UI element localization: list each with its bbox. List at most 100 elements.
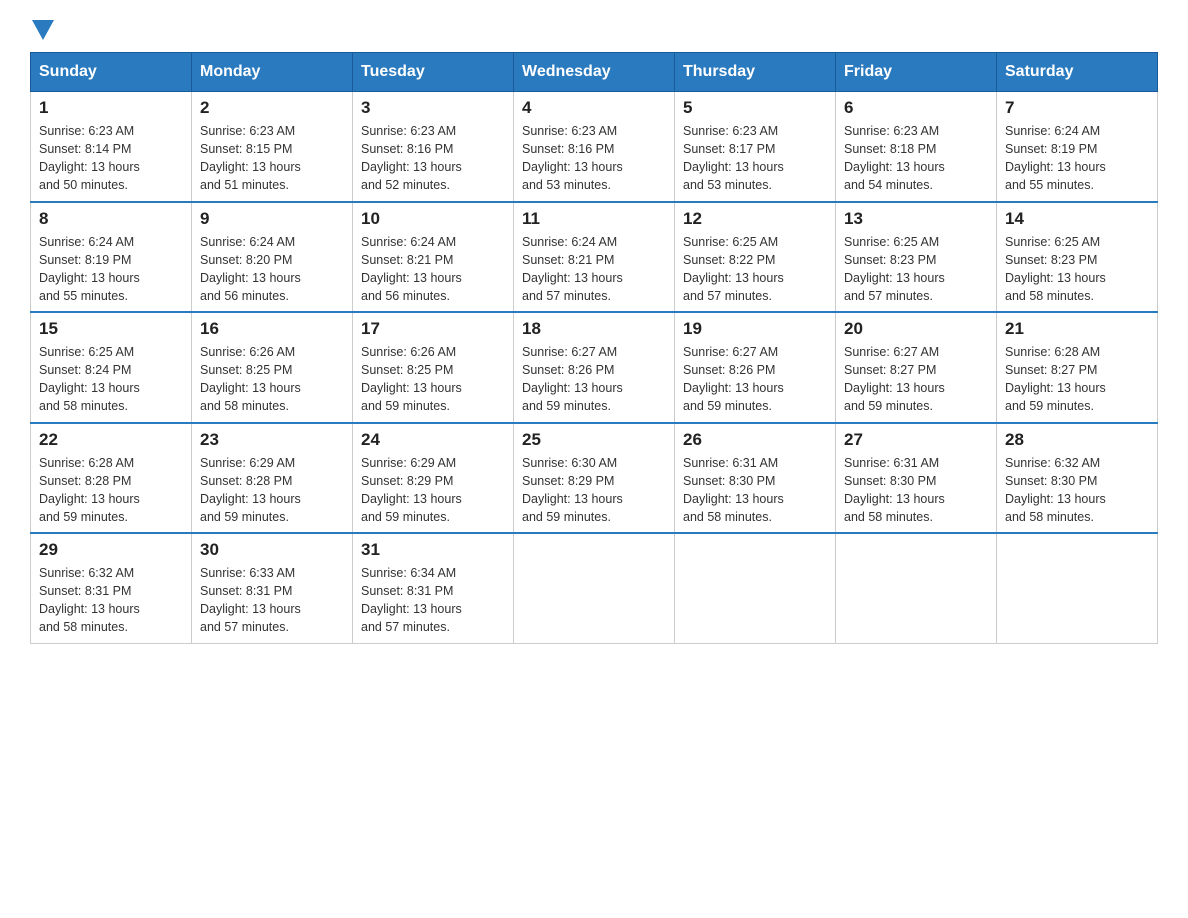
- calendar-cell: 26 Sunrise: 6:31 AMSunset: 8:30 PMDayligh…: [675, 423, 836, 534]
- calendar-cell: 9 Sunrise: 6:24 AMSunset: 8:20 PMDaylight…: [192, 202, 353, 313]
- day-number: 18: [522, 319, 666, 339]
- day-number: 27: [844, 430, 988, 450]
- calendar-cell: [836, 533, 997, 643]
- calendar-cell: [997, 533, 1158, 643]
- day-number: 16: [200, 319, 344, 339]
- day-info: Sunrise: 6:27 AMSunset: 8:26 PMDaylight:…: [522, 343, 666, 416]
- day-info: Sunrise: 6:23 AMSunset: 8:14 PMDaylight:…: [39, 122, 183, 195]
- day-info: Sunrise: 6:23 AMSunset: 8:18 PMDaylight:…: [844, 122, 988, 195]
- day-info: Sunrise: 6:34 AMSunset: 8:31 PMDaylight:…: [361, 564, 505, 637]
- column-header-saturday: Saturday: [997, 53, 1158, 92]
- calendar-cell: 20 Sunrise: 6:27 AMSunset: 8:27 PMDayligh…: [836, 312, 997, 423]
- calendar-cell: 13 Sunrise: 6:25 AMSunset: 8:23 PMDayligh…: [836, 202, 997, 313]
- calendar-header-row: SundayMondayTuesdayWednesdayThursdayFrid…: [31, 53, 1158, 92]
- calendar-cell: 28 Sunrise: 6:32 AMSunset: 8:30 PMDayligh…: [997, 423, 1158, 534]
- day-number: 1: [39, 98, 183, 118]
- day-number: 31: [361, 540, 505, 560]
- day-number: 6: [844, 98, 988, 118]
- day-number: 30: [200, 540, 344, 560]
- day-number: 20: [844, 319, 988, 339]
- day-info: Sunrise: 6:26 AMSunset: 8:25 PMDaylight:…: [361, 343, 505, 416]
- day-info: Sunrise: 6:23 AMSunset: 8:16 PMDaylight:…: [361, 122, 505, 195]
- calendar-week-row: 1 Sunrise: 6:23 AMSunset: 8:14 PMDaylight…: [31, 92, 1158, 202]
- calendar-week-row: 29Sunrise: 6:32 AMSunset: 8:31 PMDayligh…: [31, 533, 1158, 643]
- day-info: Sunrise: 6:28 AMSunset: 8:28 PMDaylight:…: [39, 454, 183, 527]
- day-info: Sunrise: 6:26 AMSunset: 8:25 PMDaylight:…: [200, 343, 344, 416]
- column-header-tuesday: Tuesday: [353, 53, 514, 92]
- calendar-cell: 21Sunrise: 6:28 AMSunset: 8:27 PMDayligh…: [997, 312, 1158, 423]
- day-info: Sunrise: 6:24 AMSunset: 8:19 PMDaylight:…: [1005, 122, 1149, 195]
- calendar-week-row: 8Sunrise: 6:24 AMSunset: 8:19 PMDaylight…: [31, 202, 1158, 313]
- calendar-cell: 23 Sunrise: 6:29 AMSunset: 8:28 PMDayligh…: [192, 423, 353, 534]
- day-info: Sunrise: 6:27 AMSunset: 8:26 PMDaylight:…: [683, 343, 827, 416]
- day-info: Sunrise: 6:25 AMSunset: 8:22 PMDaylight:…: [683, 233, 827, 306]
- calendar-cell: 8Sunrise: 6:24 AMSunset: 8:19 PMDaylight…: [31, 202, 192, 313]
- day-number: 17: [361, 319, 505, 339]
- day-number: 2: [200, 98, 344, 118]
- calendar-cell: 25Sunrise: 6:30 AMSunset: 8:29 PMDayligh…: [514, 423, 675, 534]
- calendar-cell: 27 Sunrise: 6:31 AMSunset: 8:30 PMDayligh…: [836, 423, 997, 534]
- day-number: 23: [200, 430, 344, 450]
- calendar-cell: 10 Sunrise: 6:24 AMSunset: 8:21 PMDayligh…: [353, 202, 514, 313]
- day-info: Sunrise: 6:25 AMSunset: 8:24 PMDaylight:…: [39, 343, 183, 416]
- calendar-cell: 11 Sunrise: 6:24 AMSunset: 8:21 PMDayligh…: [514, 202, 675, 313]
- day-info: Sunrise: 6:31 AMSunset: 8:30 PMDaylight:…: [844, 454, 988, 527]
- column-header-friday: Friday: [836, 53, 997, 92]
- calendar-cell: [514, 533, 675, 643]
- calendar-cell: 24Sunrise: 6:29 AMSunset: 8:29 PMDayligh…: [353, 423, 514, 534]
- day-number: 9: [200, 209, 344, 229]
- day-number: 15: [39, 319, 183, 339]
- day-info: Sunrise: 6:27 AMSunset: 8:27 PMDaylight:…: [844, 343, 988, 416]
- day-info: Sunrise: 6:31 AMSunset: 8:30 PMDaylight:…: [683, 454, 827, 527]
- day-number: 8: [39, 209, 183, 229]
- day-info: Sunrise: 6:24 AMSunset: 8:20 PMDaylight:…: [200, 233, 344, 306]
- day-number: 19: [683, 319, 827, 339]
- day-number: 24: [361, 430, 505, 450]
- calendar-cell: 14Sunrise: 6:25 AMSunset: 8:23 PMDayligh…: [997, 202, 1158, 313]
- calendar-cell: 15 Sunrise: 6:25 AMSunset: 8:24 PMDayligh…: [31, 312, 192, 423]
- calendar-cell: 29Sunrise: 6:32 AMSunset: 8:31 PMDayligh…: [31, 533, 192, 643]
- day-number: 11: [522, 209, 666, 229]
- day-info: Sunrise: 6:23 AMSunset: 8:17 PMDaylight:…: [683, 122, 827, 195]
- column-header-thursday: Thursday: [675, 53, 836, 92]
- day-info: Sunrise: 6:25 AMSunset: 8:23 PMDaylight:…: [844, 233, 988, 306]
- calendar-cell: 18 Sunrise: 6:27 AMSunset: 8:26 PMDayligh…: [514, 312, 675, 423]
- day-number: 13: [844, 209, 988, 229]
- day-info: Sunrise: 6:24 AMSunset: 8:21 PMDaylight:…: [361, 233, 505, 306]
- day-info: Sunrise: 6:28 AMSunset: 8:27 PMDaylight:…: [1005, 343, 1149, 416]
- day-number: 12: [683, 209, 827, 229]
- calendar-cell: 12 Sunrise: 6:25 AMSunset: 8:22 PMDayligh…: [675, 202, 836, 313]
- day-number: 7: [1005, 98, 1149, 118]
- column-header-monday: Monday: [192, 53, 353, 92]
- page-header: [30, 20, 1158, 42]
- day-number: 28: [1005, 430, 1149, 450]
- logo: [30, 20, 54, 42]
- day-number: 4: [522, 98, 666, 118]
- day-number: 3: [361, 98, 505, 118]
- day-number: 26: [683, 430, 827, 450]
- column-header-sunday: Sunday: [31, 53, 192, 92]
- day-info: Sunrise: 6:23 AMSunset: 8:15 PMDaylight:…: [200, 122, 344, 195]
- day-info: Sunrise: 6:24 AMSunset: 8:21 PMDaylight:…: [522, 233, 666, 306]
- day-info: Sunrise: 6:32 AMSunset: 8:31 PMDaylight:…: [39, 564, 183, 637]
- calendar-cell: 1 Sunrise: 6:23 AMSunset: 8:14 PMDaylight…: [31, 92, 192, 202]
- calendar-cell: 22 Sunrise: 6:28 AMSunset: 8:28 PMDayligh…: [31, 423, 192, 534]
- column-header-wednesday: Wednesday: [514, 53, 675, 92]
- calendar-cell: 30Sunrise: 6:33 AMSunset: 8:31 PMDayligh…: [192, 533, 353, 643]
- calendar-cell: 5Sunrise: 6:23 AMSunset: 8:17 PMDaylight…: [675, 92, 836, 202]
- day-number: 10: [361, 209, 505, 229]
- calendar-cell: 17 Sunrise: 6:26 AMSunset: 8:25 PMDayligh…: [353, 312, 514, 423]
- calendar-cell: [675, 533, 836, 643]
- day-number: 22: [39, 430, 183, 450]
- calendar-cell: 31 Sunrise: 6:34 AMSunset: 8:31 PMDayligh…: [353, 533, 514, 643]
- calendar-week-row: 15 Sunrise: 6:25 AMSunset: 8:24 PMDayligh…: [31, 312, 1158, 423]
- calendar-cell: 2 Sunrise: 6:23 AMSunset: 8:15 PMDaylight…: [192, 92, 353, 202]
- calendar-week-row: 22 Sunrise: 6:28 AMSunset: 8:28 PMDayligh…: [31, 423, 1158, 534]
- day-info: Sunrise: 6:32 AMSunset: 8:30 PMDaylight:…: [1005, 454, 1149, 527]
- day-info: Sunrise: 6:25 AMSunset: 8:23 PMDaylight:…: [1005, 233, 1149, 306]
- calendar-cell: 16 Sunrise: 6:26 AMSunset: 8:25 PMDayligh…: [192, 312, 353, 423]
- day-info: Sunrise: 6:30 AMSunset: 8:29 PMDaylight:…: [522, 454, 666, 527]
- day-info: Sunrise: 6:29 AMSunset: 8:28 PMDaylight:…: [200, 454, 344, 527]
- calendar-cell: 19 Sunrise: 6:27 AMSunset: 8:26 PMDayligh…: [675, 312, 836, 423]
- day-info: Sunrise: 6:23 AMSunset: 8:16 PMDaylight:…: [522, 122, 666, 195]
